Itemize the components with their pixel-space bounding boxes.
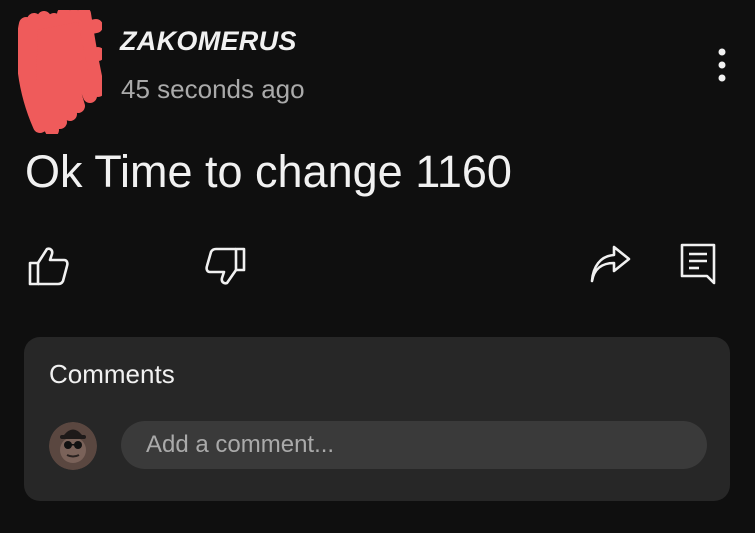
dislike-button[interactable] [204,243,250,289]
comment-icon [680,243,716,285]
spy-avatar-icon [49,422,97,470]
share-button[interactable] [588,243,634,289]
post-timestamp: 45 seconds ago [121,74,305,104]
comment-input[interactable] [121,421,707,469]
more-options-button[interactable] [708,46,736,86]
more-vertical-icon [718,48,726,82]
like-button[interactable] [26,243,72,289]
community-post: ZAKOMERUS 45 seconds ago Ok Time to chan… [0,0,755,533]
share-icon [590,245,631,283]
thumbs-up-icon [28,247,69,286]
user-avatar [49,422,97,470]
comments-section[interactable]: Comments [24,337,730,501]
comments-button[interactable] [676,240,722,286]
comments-title: Comments [49,359,175,389]
author-avatar[interactable] [16,7,105,137]
redaction-scribble [16,7,105,137]
author-name[interactable]: ZAKOMERUS [120,26,297,57]
post-text: Ok Time to change 1160 [25,146,512,197]
thumbs-down-icon [205,247,246,285]
